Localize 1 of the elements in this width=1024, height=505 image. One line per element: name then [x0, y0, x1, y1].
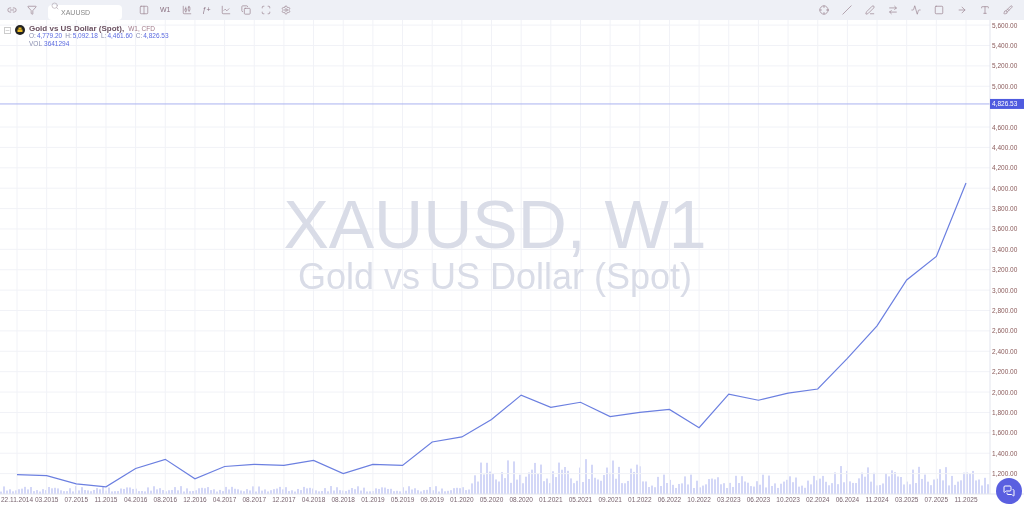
symbol-title: Gold vs US Dollar (Spot),	[29, 25, 125, 32]
